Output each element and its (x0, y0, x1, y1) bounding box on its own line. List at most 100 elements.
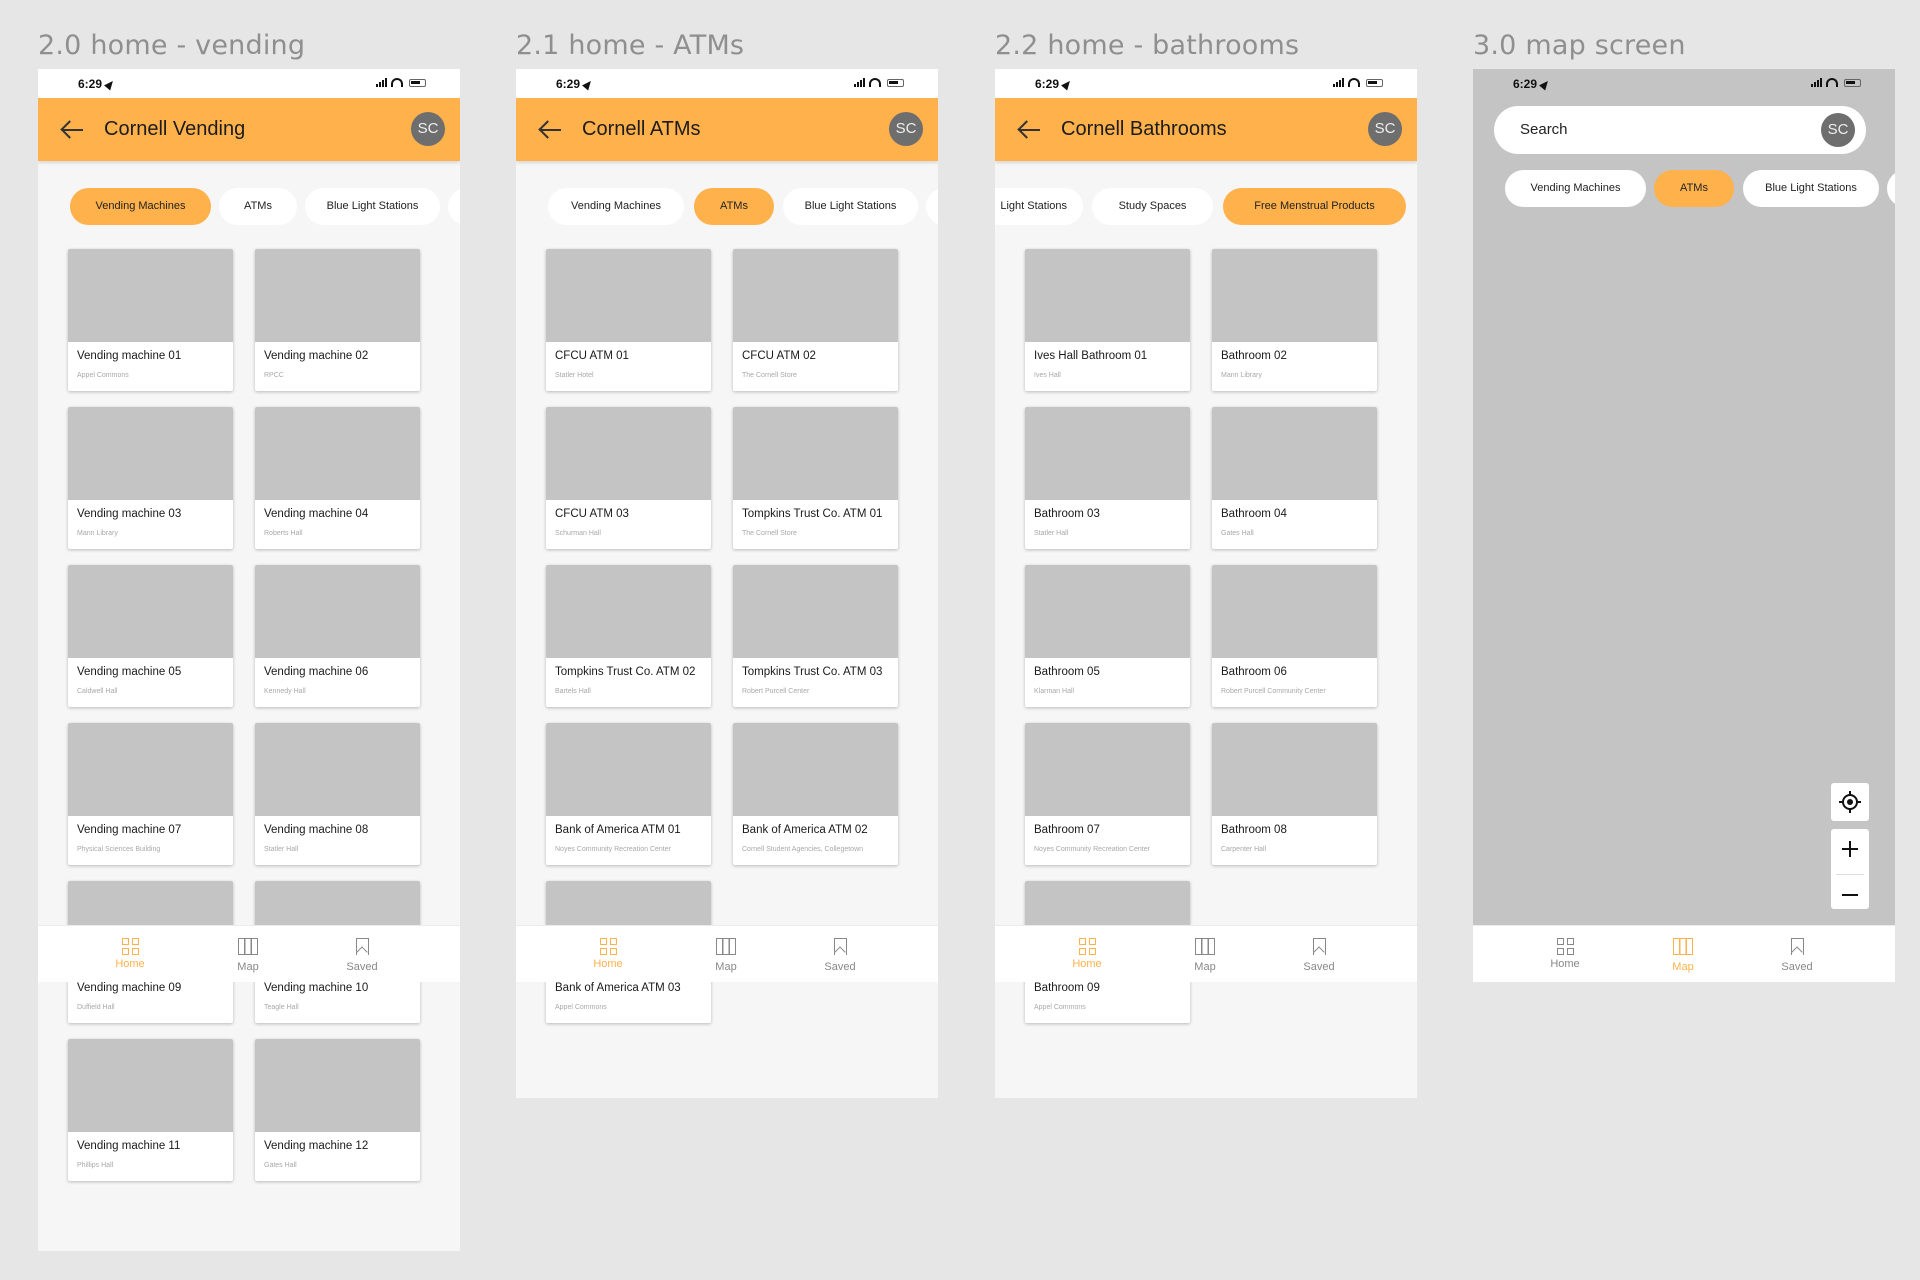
card-image-placeholder (68, 249, 233, 342)
card-location: Bartels Hall (555, 688, 591, 695)
nav-map[interactable]: Map (696, 938, 756, 973)
nav-home[interactable]: Home (1535, 938, 1595, 970)
nav-map[interactable]: Map (1653, 938, 1713, 973)
card-location: Mann Library (1221, 372, 1262, 379)
chip-study-spaces[interactable]: Study Spaces (1092, 188, 1213, 225)
card-title: Vending machine 04 (264, 508, 369, 520)
place-card[interactable]: Vending machine 07 Physical Sciences Buil… (68, 723, 233, 865)
app-header: Cornell Vending SC (38, 98, 460, 161)
place-card[interactable]: Vending machine 01 Appel Commons (68, 249, 233, 391)
place-card[interactable]: Bank of America ATM 02 Cornell Student Ag… (733, 723, 898, 865)
card-image-placeholder (1025, 249, 1190, 342)
place-card[interactable]: Bathroom 03 Statler Hall (1025, 407, 1190, 549)
chip-free-menstrual-products[interactable]: Free Menstrual Products (1223, 188, 1406, 225)
place-card[interactable]: Ives Hall Bathroom 01 Ives Hall (1025, 249, 1190, 391)
card-location: Statler Hotel (555, 372, 594, 379)
avatar[interactable]: SC (1368, 112, 1402, 146)
card-image-placeholder (68, 565, 233, 658)
place-card[interactable]: CFCU ATM 01 Statler Hotel (546, 249, 711, 391)
place-card[interactable]: Vending machine 06 Kennedy Hall (255, 565, 420, 707)
back-arrow-icon[interactable] (1017, 120, 1041, 140)
nav-saved-label: Saved (824, 961, 856, 973)
card-image-placeholder (255, 723, 420, 816)
avatar[interactable]: SC (1821, 113, 1855, 147)
card-title: Vending machine 12 (264, 1140, 369, 1152)
card-image-placeholder (1212, 249, 1377, 342)
place-card[interactable]: Tompkins Trust Co. ATM 03 Robert Purcell … (733, 565, 898, 707)
place-card[interactable]: Vending machine 12 Gates Hall (255, 1039, 420, 1181)
nav-home[interactable]: Home (578, 938, 638, 970)
chip-atms[interactable]: ATMs (1654, 170, 1734, 207)
avatar[interactable]: SC (889, 112, 923, 146)
card-image-placeholder (255, 407, 420, 500)
header-title: Cornell Bathrooms (1061, 118, 1227, 140)
place-card[interactable]: Vending machine 04 Roberts Hall (255, 407, 420, 549)
avatar[interactable]: SC (411, 112, 445, 146)
minus-icon[interactable] (1831, 875, 1869, 914)
chip-vending-machines[interactable]: Vending Machines (548, 188, 684, 225)
nav-saved[interactable]: Saved (1289, 938, 1349, 973)
chip-vending-machines[interactable]: Vending Machines (1505, 170, 1646, 207)
zoom-controls (1831, 829, 1869, 909)
card-location: Cornell Student Agencies, Collegetown (742, 846, 864, 853)
back-arrow-icon[interactable] (60, 120, 84, 140)
chip-blue-light-stations[interactable]: Blue Light Stations (783, 188, 918, 225)
chip-atms[interactable]: ATMs (219, 188, 297, 225)
search-bar[interactable]: Search SC (1494, 106, 1866, 154)
card-location: Appel Commons (1034, 1004, 1086, 1011)
place-card[interactable]: Vending machine 05 Caldwell Hall (68, 565, 233, 707)
category-chips: Vending Machines ATMs Blue Light Station… (1473, 170, 1895, 208)
back-arrow-icon[interactable] (538, 120, 562, 140)
place-card[interactable]: Bathroom 06 Robert Purcell Community Cent… (1212, 565, 1377, 707)
location-arrow-icon (1061, 78, 1073, 91)
card-image-placeholder (68, 1039, 233, 1132)
card-location: Gates Hall (264, 1162, 297, 1169)
place-card[interactable]: CFCU ATM 03 Schurman Hall (546, 407, 711, 549)
place-card[interactable]: Tompkins Trust Co. ATM 01 The Cornell Sto… (733, 407, 898, 549)
place-card[interactable]: Bank of America ATM 01 Noyes Community Re… (546, 723, 711, 865)
home-grid-icon (121, 938, 139, 955)
nav-map[interactable]: Map (1175, 938, 1235, 973)
card-title: Bathroom 07 (1034, 824, 1100, 836)
chip-more[interactable] (448, 188, 460, 225)
place-card[interactable]: CFCU ATM 02 The Cornell Store (733, 249, 898, 391)
place-card[interactable]: Bathroom 08 Carpenter Hall (1212, 723, 1377, 865)
category-chips: Vending Machines ATMs Blue Light Station… (38, 188, 460, 226)
place-card[interactable]: Bathroom 07 Noyes Community Recreation Ce… (1025, 723, 1190, 865)
place-card[interactable]: Bathroom 05 Klarman Hall (1025, 565, 1190, 707)
nav-saved[interactable]: Saved (332, 938, 392, 973)
card-title: Bathroom 05 (1034, 666, 1100, 678)
plus-icon[interactable] (1831, 829, 1869, 869)
card-image-placeholder (1025, 723, 1190, 816)
chip-blue-light-stations[interactable]: Light Stations (995, 188, 1083, 225)
nav-home-label: Home (1550, 958, 1580, 970)
frame-title-bathrooms: 2.2 home - bathrooms (995, 30, 1300, 61)
chip-atms[interactable]: ATMs (694, 188, 774, 225)
chip-blue-light-stations[interactable]: Blue Light Stations (305, 188, 440, 225)
chip-blue-light-stations[interactable]: Blue Light Stations (1743, 170, 1879, 207)
nav-map[interactable]: Map (218, 938, 278, 973)
card-location: Duffield Hall (77, 1004, 115, 1011)
home-grid-icon (599, 938, 617, 955)
bottom-nav: Home Map Saved (516, 925, 938, 982)
place-card[interactable]: Bathroom 02 Mann Library (1212, 249, 1377, 391)
card-title: CFCU ATM 03 (555, 508, 629, 520)
place-card[interactable]: Vending machine 03 Mann Library (68, 407, 233, 549)
card-image-placeholder (546, 249, 711, 342)
place-card[interactable]: Vending machine 11 Phillips Hall (68, 1039, 233, 1181)
place-card[interactable]: Tompkins Trust Co. ATM 02 Bartels Hall (546, 565, 711, 707)
nav-home[interactable]: Home (100, 938, 160, 970)
place-card[interactable]: Vending machine 08 Statler Hall (255, 723, 420, 865)
place-card[interactable]: Bathroom 04 Gates Hall (1212, 407, 1377, 549)
locate-me-icon (1839, 791, 1861, 813)
nav-saved[interactable]: Saved (810, 938, 870, 973)
place-card[interactable]: Vending machine 02 RPCC (255, 249, 420, 391)
chip-vending-machines[interactable]: Vending Machines (70, 188, 211, 225)
nav-home[interactable]: Home (1057, 938, 1117, 970)
nav-saved[interactable]: Saved (1767, 938, 1827, 973)
search-input[interactable]: Search (1520, 121, 1568, 138)
status-time: 6:29 (1513, 77, 1551, 91)
chip-more[interactable] (1887, 170, 1895, 207)
chip-more[interactable] (926, 188, 938, 225)
locate-me-button[interactable] (1831, 783, 1869, 821)
